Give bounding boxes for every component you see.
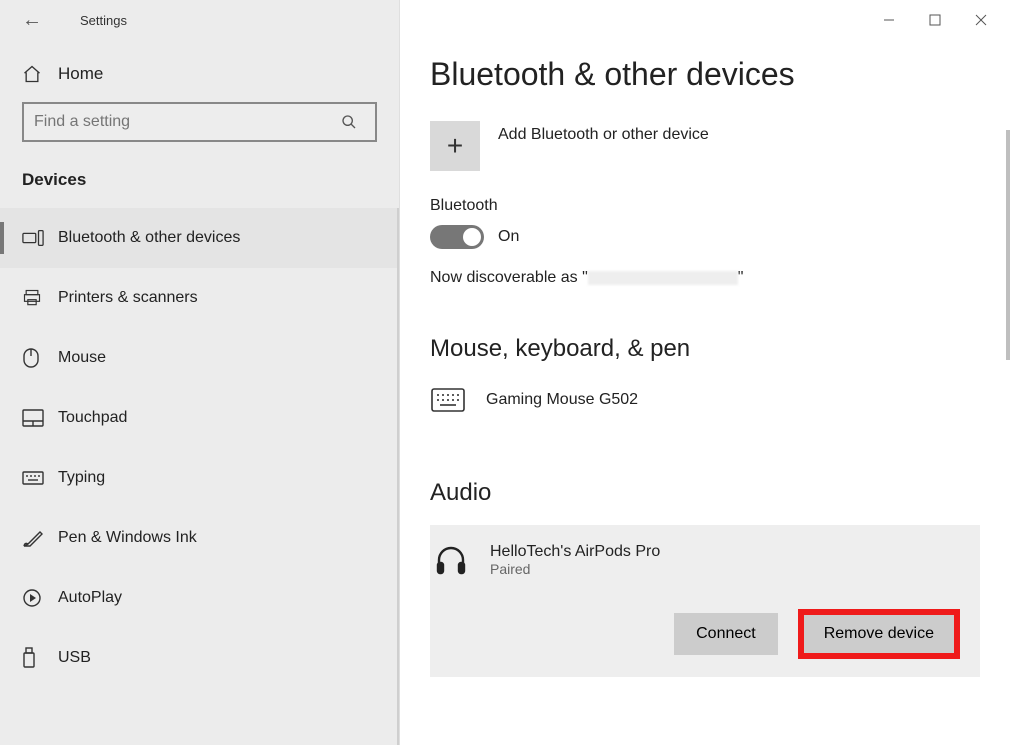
app-title: Settings <box>80 13 127 28</box>
touchpad-icon <box>22 409 58 427</box>
mouse-icon <box>22 347 58 369</box>
pen-icon <box>22 528 58 548</box>
audio-device-name: HelloTech's AirPods Pro <box>490 543 660 561</box>
group-audio-title: Audio <box>430 479 980 507</box>
nav-item-touchpad[interactable]: Touchpad <box>0 388 399 448</box>
home-label: Home <box>58 64 103 84</box>
discoverable-suffix: " <box>738 269 744 286</box>
nav-item-usb[interactable]: USB <box>0 628 399 688</box>
add-device-row[interactable]: + Add Bluetooth or other device <box>430 121 980 171</box>
nav-item-bluetooth[interactable]: Bluetooth & other devices <box>0 208 399 268</box>
titlebar: ← Settings <box>0 0 399 40</box>
keyboard-small-icon <box>22 471 58 485</box>
remove-device-button[interactable]: Remove device <box>802 613 956 655</box>
add-device-label: Add Bluetooth or other device <box>498 126 709 144</box>
group-mouse-title: Mouse, keyboard, & pen <box>430 335 980 363</box>
audio-device-status: Paired <box>490 561 660 577</box>
nav-item-pen[interactable]: Pen & Windows Ink <box>0 508 399 568</box>
nav-label: Touchpad <box>58 409 127 427</box>
nav-label: Bluetooth & other devices <box>58 229 240 247</box>
discoverable-name-redacted <box>588 271 738 285</box>
back-arrow-icon[interactable]: ← <box>22 9 52 32</box>
main: Bluetooth & other devices + Add Bluetoot… <box>400 0 1010 745</box>
nav-item-printers[interactable]: Printers & scanners <box>0 268 399 328</box>
keyboard-icon <box>430 387 486 413</box>
nav-label: Pen & Windows Ink <box>58 529 197 547</box>
headphones-icon <box>434 543 490 577</box>
nav: Bluetooth & other devices Printers & sca… <box>0 208 399 745</box>
nav-label: Mouse <box>58 349 106 367</box>
discoverable-text: Now discoverable as " " <box>430 269 980 287</box>
devices-icon <box>22 229 58 247</box>
bluetooth-label: Bluetooth <box>430 197 980 215</box>
nav-label: Typing <box>58 469 105 487</box>
nav-label: AutoPlay <box>58 589 122 607</box>
page-title: Bluetooth & other devices <box>430 56 980 93</box>
nav-home[interactable]: Home <box>0 40 399 102</box>
connect-button[interactable]: Connect <box>674 613 778 655</box>
autoplay-icon <box>22 588 58 608</box>
nav-item-mouse[interactable]: Mouse <box>0 328 399 388</box>
device-name: Gaming Mouse G502 <box>486 391 638 409</box>
plus-icon: + <box>430 121 480 171</box>
bluetooth-state: On <box>498 228 519 246</box>
search-box[interactable] <box>22 102 377 142</box>
usb-icon <box>22 647 58 669</box>
nav-item-autoplay[interactable]: AutoPlay <box>0 568 399 628</box>
nav-item-typing[interactable]: Typing <box>0 448 399 508</box>
search-icon[interactable] <box>341 114 375 130</box>
section-title: Devices <box>0 160 399 208</box>
discoverable-prefix: Now discoverable as " <box>430 269 588 286</box>
sidebar: ← Settings Home Devices <box>0 0 400 745</box>
device-row-mouse[interactable]: Gaming Mouse G502 <box>430 381 980 419</box>
search-input[interactable] <box>24 107 341 137</box>
audio-device-card[interactable]: HelloTech's AirPods Pro Paired Connect R… <box>430 525 980 677</box>
bluetooth-toggle[interactable] <box>430 225 484 249</box>
nav-label: USB <box>58 649 91 667</box>
nav-label: Printers & scanners <box>58 289 198 307</box>
content-scrollbar[interactable] <box>1006 130 1010 360</box>
printer-icon <box>22 288 58 308</box>
home-icon <box>22 64 58 84</box>
